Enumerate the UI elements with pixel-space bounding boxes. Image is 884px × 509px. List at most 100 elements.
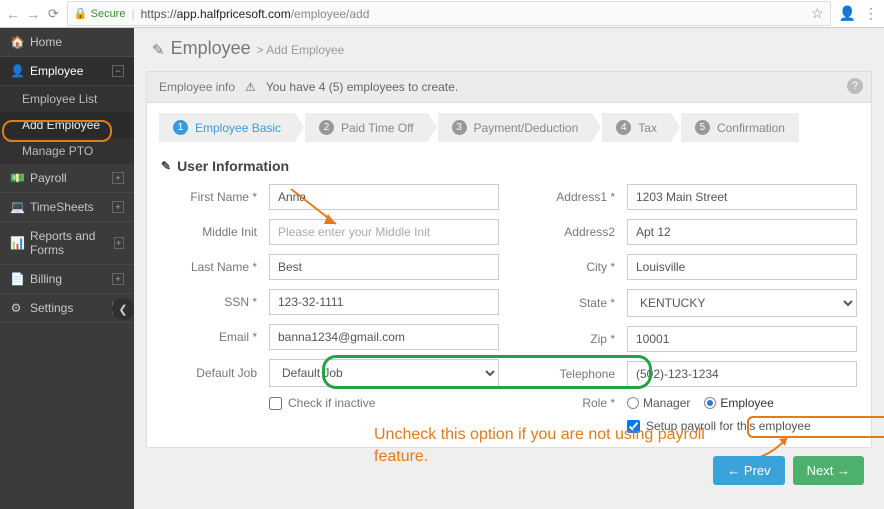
step-num: 1 [173,120,188,135]
step-tax[interactable]: 4 Tax [602,113,671,142]
addr2-label: Address2 [519,225,615,239]
address2-field[interactable] [627,219,857,245]
step-num: 4 [616,120,631,135]
expand-icon[interactable]: + [114,237,124,249]
payroll-icon: 💵 [10,171,22,185]
alert-lead: Employee info [159,80,235,94]
step-employee-basic[interactable]: 1 Employee Basic [159,113,295,142]
form: First Name * Middle Init Last Name * SSN… [147,178,871,447]
sidebar-sub-employee: Employee List Add Employee Manage PTO [0,86,134,164]
inactive-checkbox[interactable] [269,397,282,410]
default-job-label: Default Job [161,366,257,380]
sidebar-item-employee[interactable]: 👤Employee − [0,57,134,86]
user-icon[interactable]: 👤 [839,5,856,22]
section-title: ✎ User Information [147,152,871,178]
setup-payroll-label: Setup payroll for this employee [646,419,811,433]
url-host: app.halfpricesoft.com [177,7,291,21]
sidebar-item-timesheets[interactable]: 💻 TimeSheets + [0,193,134,222]
collapse-icon[interactable]: − [112,65,124,77]
sidebar-item-billing[interactable]: 📄 Billing + [0,265,134,294]
reload-icon[interactable]: ⟳ [48,6,59,22]
billing-icon: 📄 [10,272,22,286]
info-alert: Employee info ⚠ You have 4 (5) employees… [147,72,871,103]
button-label: Next [807,463,834,478]
step-num: 5 [695,120,710,135]
page-title: Employee [171,38,251,59]
back-icon[interactable]: ← [6,6,20,22]
next-button[interactable]: Next → [793,456,864,485]
last-name-field[interactable] [269,254,499,280]
inactive-label: Check if inactive [288,396,375,410]
help-icon[interactable]: ? [847,78,863,94]
sidebar-sub-employee-list[interactable]: Employee List [0,86,134,112]
page-header: ✎ Employee > Add Employee [134,28,884,67]
default-job-select[interactable]: Default Job [269,359,499,387]
forward-icon[interactable]: → [26,6,40,22]
city-field[interactable] [627,254,857,280]
bookmark-icon[interactable]: ☆ [811,5,824,22]
expand-icon[interactable]: + [112,273,124,285]
sidebar-collapse-icon[interactable]: ❮ [112,298,134,320]
first-name-field[interactable] [269,184,499,210]
sidebar-label: Settings [30,301,73,315]
expand-icon[interactable]: + [112,201,124,213]
sidebar-label: TimeSheets [30,200,94,214]
address-bar[interactable]: 🔒 Secure | https://app.halfpricesoft.com… [67,1,831,26]
radio-label: Manager [643,396,690,410]
zip-field[interactable] [627,326,857,352]
step-payment-deduction[interactable]: 3 Payment/Deduction [438,113,593,142]
sidebar-item-reports[interactable]: 📊Reports and Forms + [0,222,134,265]
step-label: Paid Time Off [341,121,413,135]
sidebar-label: Billing [30,272,62,286]
step-confirmation[interactable]: 5 Confirmation [681,113,799,142]
radio-label: Employee [720,396,773,410]
step-paid-time-off[interactable]: 2 Paid Time Off [305,113,427,142]
middle-init-field[interactable] [269,219,499,245]
role-label: Role * [519,396,615,410]
sidebar-sub-add-employee[interactable]: Add Employee [0,112,134,138]
card: Employee info ⚠ You have 4 (5) employees… [146,71,872,448]
report-icon: 📊 [10,236,22,250]
city-label: City * [519,260,615,274]
wizard-steps: 1 Employee Basic 2 Paid Time Off 3 Payme… [147,103,871,152]
role-employee-radio[interactable]: Employee [704,396,773,410]
url-scheme: https:// [141,7,177,21]
tel-label: Telephone [519,367,615,381]
sidebar-sub-manage-pto[interactable]: Manage PTO [0,138,134,164]
zip-label: Zip * [519,332,615,346]
gear-icon: ⚙ [10,301,22,315]
breadcrumb: > Add Employee [257,43,345,57]
email-field[interactable] [269,324,499,350]
middle-init-label: Middle Init [161,225,257,239]
sidebar: 🏠Home 👤Employee − Employee List Add Empl… [0,28,134,509]
secure-label: Secure [91,8,126,20]
sidebar-item-home[interactable]: 🏠Home [0,28,134,57]
addr1-label: Address1 * [519,190,615,204]
telephone-field[interactable] [627,361,857,387]
address1-field[interactable] [627,184,857,210]
setup-payroll-checkbox[interactable] [627,420,640,433]
role-manager-radio[interactable]: Manager [627,396,690,410]
sidebar-label: Employee [30,64,83,78]
main-content: ✎ Employee > Add Employee Employee info … [134,28,884,509]
last-name-label: Last Name * [161,260,257,274]
url-path: /employee/add [291,7,370,21]
step-label: Employee Basic [195,121,281,135]
home-icon: 🏠 [10,35,22,49]
ssn-label: SSN * [161,295,257,309]
timesheet-icon: 💻 [10,200,22,214]
menu-icon[interactable]: ⋮ [864,5,878,22]
button-label: Prev [744,463,771,478]
ssn-field[interactable] [269,289,499,315]
step-label: Payment/Deduction [474,121,579,135]
step-label: Tax [638,121,657,135]
sidebar-item-payroll[interactable]: 💵Payroll + [0,164,134,193]
lock-icon: 🔒 [74,7,88,20]
step-num: 3 [452,120,467,135]
state-label: State * [519,296,615,310]
pencil-icon: ✎ [161,159,171,173]
expand-icon[interactable]: + [112,172,124,184]
state-select[interactable]: KENTUCKY [627,289,857,317]
step-num: 2 [319,120,334,135]
prev-button[interactable]: ← Prev [713,456,784,485]
